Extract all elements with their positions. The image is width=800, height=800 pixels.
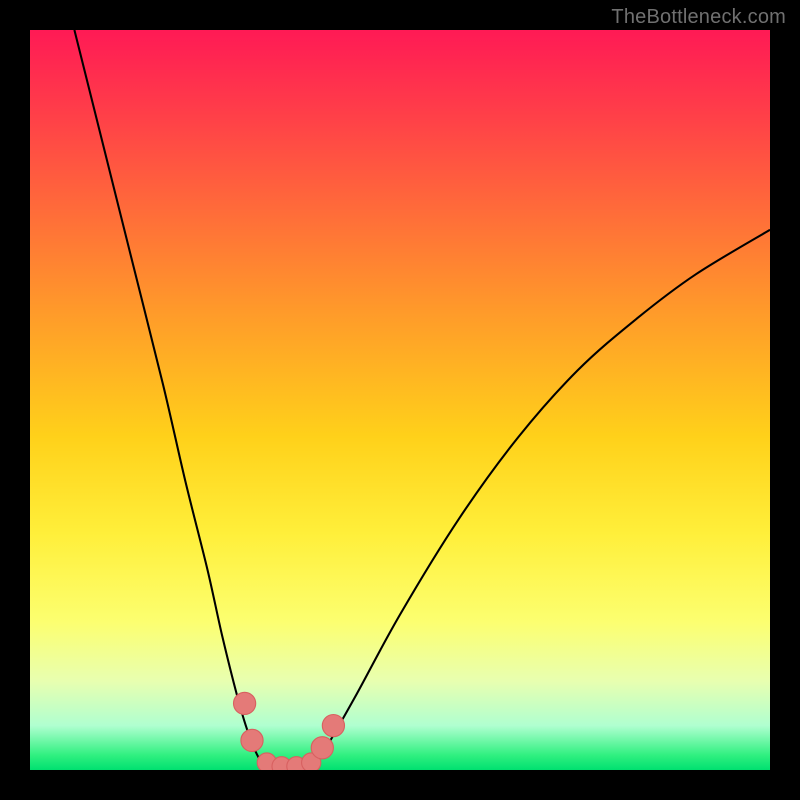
marker-dot [322, 715, 344, 737]
marker-dot [234, 692, 256, 714]
marker-dot [241, 729, 263, 751]
marker-dot [311, 737, 333, 759]
curve-layer [30, 30, 770, 770]
bottleneck-curve [74, 30, 770, 770]
plot-area [30, 30, 770, 770]
highlight-dots [234, 692, 345, 770]
chart-frame: TheBottleneck.com [0, 0, 800, 800]
watermark-text: TheBottleneck.com [611, 6, 786, 29]
